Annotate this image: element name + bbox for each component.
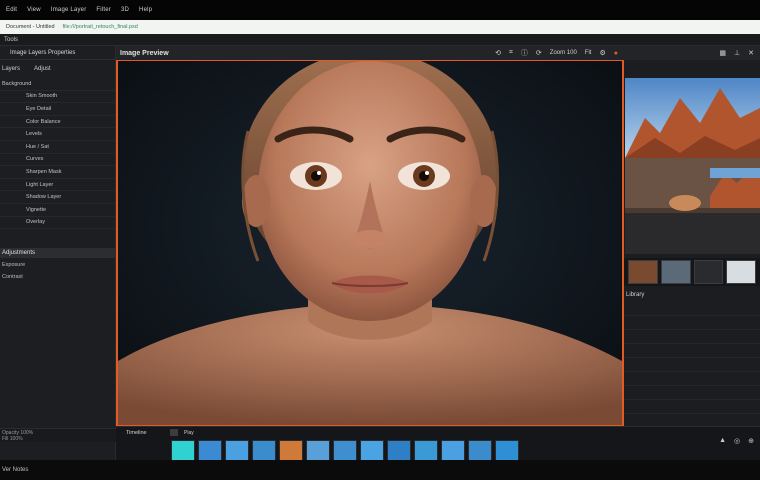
list-item[interactable]: Skin Smooth <box>0 91 115 104</box>
menu-item[interactable]: Filter <box>96 7 111 13</box>
grid-icon[interactable]: ▦ <box>719 49 726 57</box>
list-item[interactable] <box>624 386 760 400</box>
history-icon[interactable]: ⟳ <box>536 49 542 57</box>
address-bar[interactable]: Document - Untitled file:///portrait_ret… <box>0 20 760 34</box>
list-item[interactable] <box>624 358 760 372</box>
pin-icon[interactable]: ⊥ <box>734 49 740 57</box>
play-label[interactable]: Play <box>184 430 194 436</box>
status-text: Ver Notes <box>2 467 29 473</box>
list-item[interactable]: Shadow Layer <box>0 191 115 204</box>
list-item[interactable] <box>624 372 760 386</box>
zoom-label[interactable]: Zoom 100 <box>550 50 577 56</box>
tab-adjust[interactable]: Adjust <box>34 66 51 72</box>
fill-readout: Fill 100% <box>2 436 23 442</box>
menu-item[interactable]: View <box>27 7 41 13</box>
adjustment-contrast[interactable]: Contrast <box>0 272 23 281</box>
sidebar-footer: Opacity 100% Fill 100% <box>0 428 116 442</box>
menu-item[interactable]: 3D <box>121 7 129 13</box>
add-icon[interactable]: ⊕ <box>748 437 754 445</box>
layer-list: Background Skin Smooth Eye Detail Color … <box>0 78 115 230</box>
loop-icon[interactable]: ◎ <box>734 437 740 445</box>
close-icon[interactable]: ✕ <box>748 49 754 57</box>
list-item[interactable]: Color Balance <box>0 116 115 129</box>
sidebar-subtabs: Layers Adjust <box>0 64 115 74</box>
thumbnail-strip <box>624 258 760 286</box>
right-panel-header: ▦ ⊥ ✕ <box>624 46 760 60</box>
toolbar-strip: Tools <box>0 34 760 46</box>
toolbar-label: Tools <box>4 36 19 43</box>
library-list <box>624 302 760 442</box>
list-item[interactable]: Sharpen Mask <box>0 166 115 179</box>
canvas-header: Image Preview ⟲ ⌗ ⓘ ⟳ Zoom 100 Fit ⚙ ● <box>116 46 624 60</box>
adjustment-exposure[interactable]: Exposure <box>0 260 25 269</box>
left-sidebar: Image Layers Properties Layers Adjust Ba… <box>0 46 116 460</box>
menu-item[interactable]: Help <box>139 7 152 13</box>
sidebar-header: Image Layers Properties <box>0 46 115 60</box>
document-url[interactable]: file:///portrait_retouch_final.psd <box>63 24 138 30</box>
reference-preview[interactable] <box>625 78 760 254</box>
tab-layers[interactable]: Layers <box>2 66 20 72</box>
canvas-title: Image Preview <box>120 49 169 57</box>
rotate-icon[interactable]: ⟲ <box>495 49 501 57</box>
library-label: Library <box>626 292 645 298</box>
filmstrip-icons: ▲ ◎ ⊕ <box>719 437 754 445</box>
portrait-image <box>118 61 622 425</box>
list-item[interactable]: Light Layer <box>0 179 115 192</box>
play-icon[interactable]: ▲ <box>719 437 726 445</box>
landscape-image <box>625 78 760 254</box>
record-icon[interactable]: ● <box>614 50 618 57</box>
status-bar: Ver Notes <box>0 460 760 480</box>
right-panel: ▦ ⊥ ✕ Library <box>624 46 760 460</box>
fit-label[interactable]: Fit <box>585 50 592 56</box>
filmstrip-bar: Timeline Play ▲ ◎ ⊕ <box>116 426 760 464</box>
thumbnail[interactable] <box>726 260 756 284</box>
list-item[interactable]: Hue / Sat <box>0 141 115 154</box>
menu-bar: Edit View Image Layer Filter 3D Help <box>0 0 760 20</box>
filmstrip-toggle[interactable] <box>170 429 178 436</box>
menu-item[interactable]: Edit <box>6 7 17 13</box>
list-item[interactable] <box>624 344 760 358</box>
menu-item[interactable]: Image Layer <box>51 7 87 13</box>
list-item[interactable] <box>624 330 760 344</box>
thumbnail[interactable] <box>628 260 658 284</box>
list-item[interactable]: Vignette <box>0 204 115 217</box>
adjustments-section-title[interactable]: Adjustments <box>0 248 116 258</box>
image-canvas[interactable] <box>116 60 624 426</box>
document-name: Document - Untitled <box>6 24 55 30</box>
info-icon[interactable]: ⓘ <box>521 48 528 58</box>
list-item[interactable]: Curves <box>0 154 115 167</box>
canvas-tools: ⟲ ⌗ ⓘ ⟳ Zoom 100 Fit ⚙ ● <box>495 46 618 60</box>
list-item[interactable] <box>624 316 760 330</box>
thumbnail[interactable] <box>660 260 691 284</box>
filmstrip-label: Timeline <box>126 430 147 436</box>
thumbnail[interactable] <box>693 260 724 284</box>
settings-icon[interactable]: ⚙ <box>599 49 605 57</box>
list-item[interactable]: Background <box>0 78 115 91</box>
list-item[interactable] <box>624 302 760 316</box>
list-item[interactable]: Overlay <box>0 217 115 230</box>
list-item[interactable]: Levels <box>0 128 115 141</box>
list-item[interactable]: Eye Detail <box>0 103 115 116</box>
list-item[interactable] <box>624 400 760 414</box>
crop-icon[interactable]: ⌗ <box>509 49 513 57</box>
